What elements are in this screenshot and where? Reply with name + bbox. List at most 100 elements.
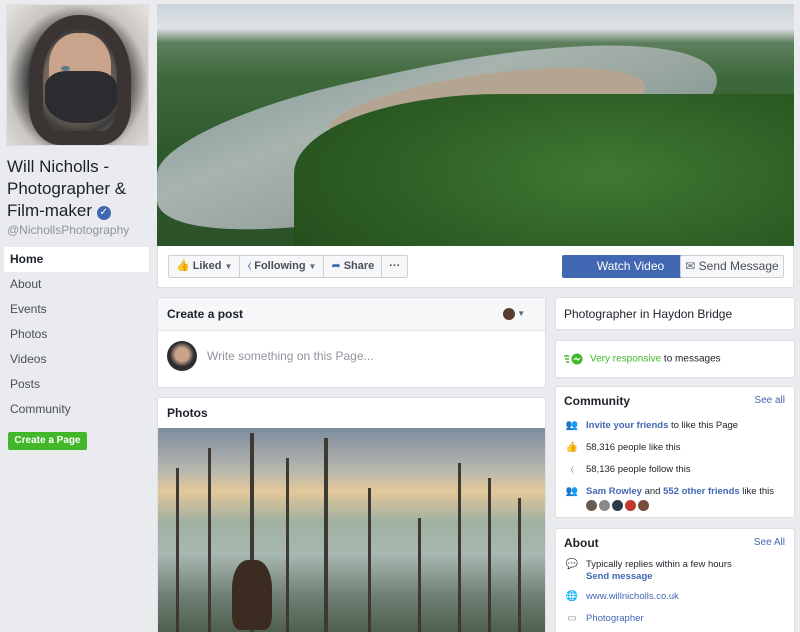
- photo-tree: [458, 463, 461, 632]
- page-action-bar: 👍 Liked ▼ ⧼ Following ▼ ➦ Share ··· Watch Vid…: [157, 246, 794, 288]
- thumbs-up-icon: 👍: [565, 442, 579, 453]
- avatar[interactable]: [612, 500, 623, 511]
- create-page-button[interactable]: Create a Page: [8, 432, 87, 450]
- thumbs-up-icon: 👍: [176, 260, 190, 272]
- invite-friends-text: to like this Page: [668, 420, 739, 431]
- nav-item-community[interactable]: Community: [4, 397, 149, 422]
- messenger-icon: ✉: [685, 259, 699, 273]
- about-send-message-link[interactable]: Send message: [586, 571, 794, 583]
- reply-time-text: Typically replies within a few hours: [586, 559, 732, 570]
- community-see-all-link[interactable]: See all: [754, 387, 785, 415]
- messenger-fast-icon: [564, 353, 584, 365]
- about-title: About: [564, 536, 599, 550]
- post-as-avatar: [503, 308, 515, 320]
- chevron-down-icon: ▼: [308, 262, 317, 271]
- post-composer-input[interactable]: Write something on this Page...: [207, 349, 374, 363]
- nav-item-about[interactable]: About: [4, 272, 149, 297]
- more-options-button[interactable]: ···: [382, 256, 407, 277]
- friends-like-text: like this: [739, 486, 774, 497]
- friends-and-text: and: [641, 486, 664, 497]
- nav-item-photos[interactable]: Photos: [4, 322, 149, 347]
- category-row: ▭ Photographer: [556, 613, 794, 625]
- messenger-icon: 💬: [565, 559, 579, 570]
- photos-card: Photos: [157, 397, 546, 632]
- friends-like-row: 👥 Sam Rowley and 552 other friends like …: [556, 481, 794, 515]
- responsiveness-row: Very responsive to messages: [556, 341, 794, 377]
- about-card: About See All 💬 Typically replies within…: [555, 528, 795, 632]
- page-nav: Home About Events Photos Videos Posts Co…: [4, 247, 149, 422]
- create-post-card: Create a post ▼ Write something on this …: [157, 297, 546, 388]
- following-button[interactable]: ⧼ Following ▼: [240, 256, 325, 277]
- watch-video-button[interactable]: Watch Video: [562, 255, 699, 278]
- create-post-title: Create a post: [158, 298, 545, 331]
- community-header: Community See all: [556, 387, 794, 415]
- avatar[interactable]: [638, 500, 649, 511]
- avatar[interactable]: [599, 500, 610, 511]
- chevron-down-icon: ▼: [517, 309, 526, 319]
- profile-eyes: [61, 60, 101, 85]
- left-column: Will Nicholls - Photographer & Film-make…: [0, 0, 152, 632]
- community-card: Community See all 👥 Invite your friends …: [555, 386, 795, 518]
- invite-friends-row: 👥 Invite your friends to like this Page: [556, 415, 794, 437]
- share-label: Share: [343, 260, 375, 272]
- photo-tree: [368, 488, 371, 632]
- invite-friends-icon: 👥: [565, 420, 579, 431]
- responsiveness-text: to messages: [661, 353, 721, 365]
- friend-name-link[interactable]: Sam Rowley: [586, 486, 642, 497]
- verified-badge-icon: ✓: [96, 206, 111, 220]
- website-link[interactable]: www.willnicholls.co.uk: [586, 591, 794, 603]
- photo-tree: [176, 468, 179, 632]
- liked-label: Liked: [192, 260, 222, 272]
- photo-bear: [232, 560, 272, 630]
- responsiveness-highlight: Very responsive: [590, 353, 662, 365]
- cover-photo[interactable]: [157, 4, 794, 246]
- share-icon: ➦: [331, 260, 341, 272]
- nav-item-events[interactable]: Events: [4, 297, 149, 322]
- avatar: [167, 341, 197, 371]
- send-message-button[interactable]: ✉ Send Message: [680, 255, 784, 278]
- cover-forest: [294, 94, 794, 246]
- community-title: Community: [564, 394, 630, 408]
- photo-tree: [324, 438, 328, 632]
- category-card: Photographer in Haydon Bridge: [555, 297, 795, 330]
- other-friends-link[interactable]: 552 other friends: [663, 486, 740, 497]
- page-handle[interactable]: @NichollsPhotography: [7, 223, 129, 237]
- photo-tree: [208, 448, 211, 632]
- rss-icon: ⧼: [247, 260, 252, 272]
- post-as-selector[interactable]: ▼: [503, 308, 531, 322]
- website-row: 🌐 www.willnicholls.co.uk: [556, 591, 794, 603]
- share-button[interactable]: ➦ Share: [324, 256, 383, 277]
- globe-icon: 🌐: [565, 591, 579, 602]
- page-category[interactable]: Photographer in Haydon Bridge: [556, 298, 794, 330]
- friends-icon: 👥: [565, 486, 579, 497]
- category-link[interactable]: Photographer: [586, 613, 794, 625]
- photo-tree: [488, 478, 491, 632]
- send-message-label: Send Message: [698, 259, 779, 273]
- reply-time-row: 💬 Typically replies within a few hours S…: [556, 559, 794, 583]
- chevron-down-icon: ▼: [224, 262, 233, 271]
- avatar[interactable]: [625, 500, 636, 511]
- liked-button[interactable]: 👍 Liked ▼: [169, 256, 241, 277]
- about-header: About See All: [556, 529, 794, 557]
- page-name[interactable]: Will Nicholls - Photographer & Film-make…: [7, 156, 147, 222]
- featured-photo[interactable]: [158, 428, 545, 632]
- photos-title[interactable]: Photos: [158, 398, 545, 428]
- profile-mask: [45, 71, 117, 123]
- following-label: Following: [254, 260, 306, 272]
- avatar[interactable]: [586, 500, 597, 511]
- responsiveness-card: Very responsive to messages: [555, 340, 795, 378]
- follows-count: 58,136 people follow this: [586, 464, 691, 475]
- likes-count: 58,316 people like this: [586, 442, 681, 453]
- photo-tree: [418, 518, 421, 632]
- likes-row: 👍 58,316 people like this: [556, 437, 794, 459]
- follows-row: ⧼ 58,136 people follow this: [556, 459, 794, 481]
- photo-tree: [518, 498, 521, 632]
- category-tag-icon: ▭: [567, 613, 577, 624]
- friend-avatars: [586, 500, 651, 511]
- about-see-all-link[interactable]: See All: [754, 529, 785, 557]
- nav-item-posts[interactable]: Posts: [4, 372, 149, 397]
- profile-picture[interactable]: [6, 4, 149, 146]
- invite-friends-link[interactable]: Invite your friends: [586, 420, 668, 431]
- nav-item-videos[interactable]: Videos: [4, 347, 149, 372]
- nav-item-home[interactable]: Home: [4, 247, 149, 272]
